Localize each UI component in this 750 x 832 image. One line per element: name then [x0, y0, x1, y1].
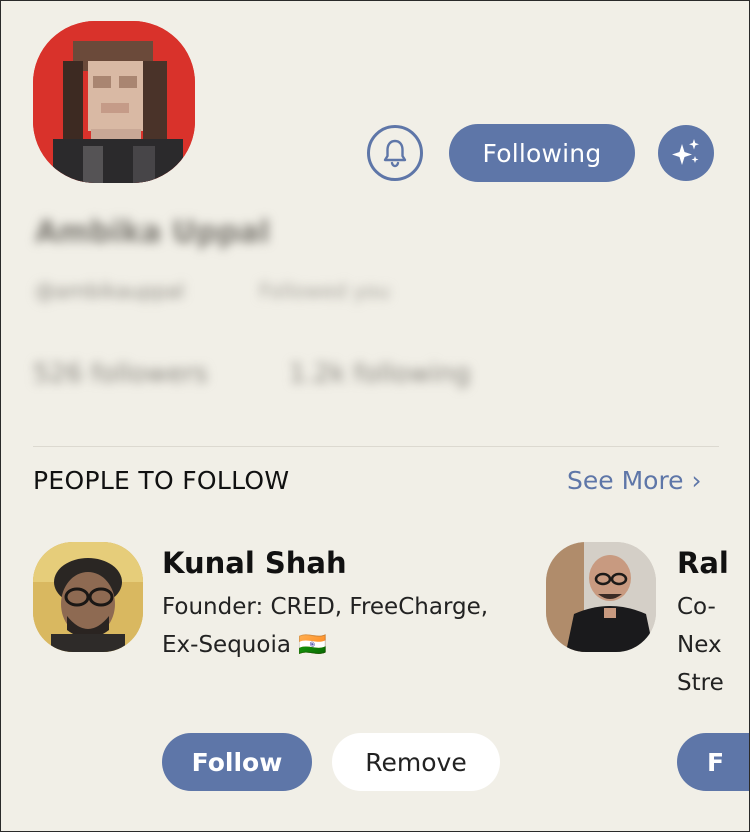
person-bio-line: Ex-Sequoia 🇮🇳: [162, 632, 327, 658]
bell-icon: [383, 139, 407, 168]
profile-avatar[interactable]: [33, 21, 195, 183]
profile-name: Ambika Uppal: [35, 215, 270, 250]
following-button[interactable]: Following: [449, 124, 635, 182]
sparkle-icon: [672, 139, 699, 165]
person-name[interactable]: Ral: [677, 546, 729, 580]
person-avatar-image: [33, 542, 143, 652]
profile-handle: @ambikauppal: [35, 279, 185, 303]
person-bio-line: Stre: [677, 670, 724, 696]
person-avatar[interactable]: [33, 542, 143, 652]
profile-avatar-image: [33, 21, 195, 183]
see-more-link[interactable]: See More ›: [567, 466, 702, 495]
profile-screen: Following Ambika Uppal @ambikauppal Foll…: [0, 0, 750, 832]
person-avatar[interactable]: [546, 542, 656, 652]
notification-bell-button[interactable]: [367, 125, 423, 181]
following-count[interactable]: 1.2k following: [289, 359, 471, 389]
followers-count[interactable]: 526 followers: [33, 359, 208, 389]
follow-button[interactable]: Follow: [162, 733, 312, 791]
person-name[interactable]: Kunal Shah: [162, 546, 347, 580]
person-bio-line: Nex: [677, 632, 722, 658]
person-avatar-image: [546, 542, 656, 652]
person-bio-line: Co-: [677, 594, 716, 620]
person-bio: Founder: CRED, FreeCharge, Ex-Sequoia 🇮🇳: [162, 588, 488, 664]
remove-button[interactable]: Remove: [332, 733, 500, 791]
follow-button[interactable]: F: [677, 733, 749, 791]
sparkle-button[interactable]: [658, 125, 714, 181]
person-bio: Co- Nex Stre: [677, 588, 724, 702]
divider: [33, 446, 719, 447]
person-bio-line: Founder: CRED, FreeCharge,: [162, 594, 489, 620]
followed-you-badge: Followed you: [259, 279, 390, 303]
section-title: PEOPLE TO FOLLOW: [33, 466, 290, 495]
